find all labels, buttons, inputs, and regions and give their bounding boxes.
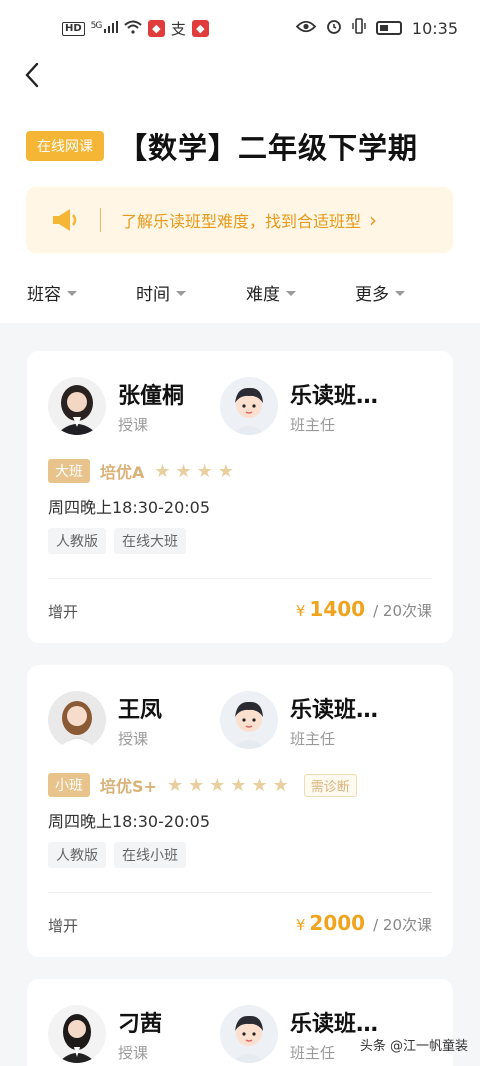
teacher-avatar <box>48 1005 106 1063</box>
alarm-icon <box>326 18 342 38</box>
course-card[interactable]: 王凤 授课 乐读班… 班主任 小班 培优S+ ★★★★★★ 需诊断 周四晚上18… <box>27 665 453 957</box>
tag-list: 人教版 在线大班 <box>48 528 186 554</box>
diagnosis-required-badge: 需诊断 <box>303 773 357 797</box>
filter-difficulty[interactable]: 难度 <box>246 280 296 305</box>
head-teacher-name: 乐读班… <box>290 1011 379 1037</box>
head-teacher-info: 乐读班… 班主任 <box>290 692 378 749</box>
notice-divider <box>100 208 101 232</box>
filter-bar: 班容 时间 难度 更多 <box>0 280 480 310</box>
difficulty-stars: ★★★★ <box>154 460 239 482</box>
head-teacher-avatar <box>220 691 278 749</box>
teacher-info: 张僮桐 授课 <box>118 378 184 435</box>
head-teacher-block: 乐读班… 班主任 <box>220 377 378 435</box>
caret-down-icon <box>176 291 186 296</box>
filter-capacity[interactable]: 班容 <box>27 280 77 305</box>
network-label: 5G <box>90 21 103 31</box>
teacher-avatar <box>48 691 106 749</box>
caret-down-icon <box>286 291 296 296</box>
divider <box>48 578 432 579</box>
tag: 人教版 <box>48 842 106 868</box>
caret-down-icon <box>395 291 405 296</box>
enrollment-status: 增开 <box>48 917 79 935</box>
class-type-row: 小班 培优S+ ★★★★★★ 需诊断 <box>48 773 357 797</box>
signal-icon: 5G <box>91 21 118 36</box>
head-teacher-avatar <box>220 1005 278 1063</box>
currency-symbol: ¥ <box>295 916 306 934</box>
teacher-block: 刁茜 授课 <box>48 1005 162 1063</box>
status-right: 10:35 <box>295 18 458 38</box>
class-size-badge: 大班 <box>48 459 90 483</box>
filter-label: 时间 <box>136 285 170 305</box>
battery-icon <box>375 21 402 35</box>
teacher-name: 张僮桐 <box>118 383 185 409</box>
teacher-role: 授课 <box>118 1043 149 1062</box>
lesson-count: / 20次课 <box>373 602 432 620</box>
head-teacher-block: 乐读班… 班主任 <box>220 691 378 749</box>
page-title: 【数学】二年级下学期 <box>118 131 419 165</box>
alipay-icon: 支 <box>170 20 186 38</box>
status-bar: HD 5G ◆ 支 ◆ 10:35 <box>0 0 480 58</box>
back-button[interactable] <box>24 62 52 90</box>
app-notification-icon-2: ◆ <box>191 20 209 37</box>
tag: 在线小班 <box>114 842 186 868</box>
teacher-block: 张僮桐 授课 <box>48 377 184 435</box>
schedule: 周四晚上18:30-20:05 <box>48 498 210 517</box>
class-type-row: 大班 培优A ★★★★ <box>48 459 239 483</box>
chevron-left-icon <box>25 62 39 88</box>
hd-indicator: HD <box>62 21 85 36</box>
difficulty-stars: ★★★★★★ <box>166 774 294 796</box>
price-amount: 1400 <box>309 597 366 621</box>
difficulty-level: 培优A <box>100 463 145 482</box>
teacher-role: 授课 <box>118 729 149 748</box>
filter-more[interactable]: 更多 <box>355 280 405 305</box>
clock: 10:35 <box>411 18 458 38</box>
status-left: HD 5G ◆ 支 ◆ <box>62 18 209 39</box>
eye-icon <box>295 19 317 37</box>
filter-label: 难度 <box>246 285 280 305</box>
head-teacher-role: 班主任 <box>290 415 336 434</box>
teacher-name: 王凤 <box>118 697 163 723</box>
caret-down-icon <box>67 291 77 296</box>
head-teacher-info: 乐读班… 班主任 <box>290 378 378 435</box>
filter-label: 更多 <box>355 285 389 305</box>
head-teacher-name: 乐读班… <box>290 697 379 723</box>
title-row: 在线网课 【数学】二年级下学期 <box>26 125 418 167</box>
difficulty-level: 培优S+ <box>100 777 157 796</box>
divider <box>48 892 432 893</box>
currency-symbol: ¥ <box>295 602 306 620</box>
filter-time[interactable]: 时间 <box>136 280 186 305</box>
head-teacher-block: 乐读班… 班主任 <box>220 1005 378 1063</box>
tag-list: 人教版 在线小班 <box>48 842 186 868</box>
class-size-badge: 小班 <box>48 773 90 797</box>
notice-banner[interactable]: 了解乐读班型难度，找到合适班型 › <box>26 187 453 253</box>
course-card[interactable]: 张僮桐 授课 乐读班… 班主任 大班 培优A ★★★★ 周四晚上18:30-20… <box>27 351 453 643</box>
price: ¥ 2000 / 20次课 <box>296 911 432 935</box>
wifi-icon <box>124 20 142 38</box>
head-teacher-role: 班主任 <box>290 729 336 748</box>
notice-text: 了解乐读班型难度，找到合适班型 <box>121 212 362 231</box>
teacher-info: 刁茜 授课 <box>118 1006 162 1063</box>
filter-label: 班容 <box>27 285 61 305</box>
teacher-block: 王凤 授课 <box>48 691 162 749</box>
tag: 在线大班 <box>114 528 186 554</box>
enrollment-status: 增开 <box>48 603 79 621</box>
app-notification-icon: ◆ <box>147 20 165 37</box>
online-course-badge: 在线网课 <box>26 131 104 161</box>
vibrate-icon <box>352 18 366 38</box>
teacher-role: 授课 <box>118 415 149 434</box>
price: ¥ 1400 / 20次课 <box>296 597 432 621</box>
tag: 人教版 <box>48 528 106 554</box>
teacher-name: 刁茜 <box>118 1011 163 1037</box>
megaphone-icon <box>50 205 80 235</box>
head-teacher-name: 乐读班… <box>290 383 379 409</box>
schedule: 周四晚上18:30-20:05 <box>48 812 210 831</box>
chevron-right-icon: › <box>369 208 378 232</box>
teacher-info: 王凤 授课 <box>118 692 162 749</box>
watermark: 头条 @江一帆童装 <box>359 1039 468 1054</box>
head-teacher-avatar <box>220 377 278 435</box>
price-amount: 2000 <box>309 911 366 935</box>
lesson-count: / 20次课 <box>373 916 432 934</box>
teacher-avatar <box>48 377 106 435</box>
